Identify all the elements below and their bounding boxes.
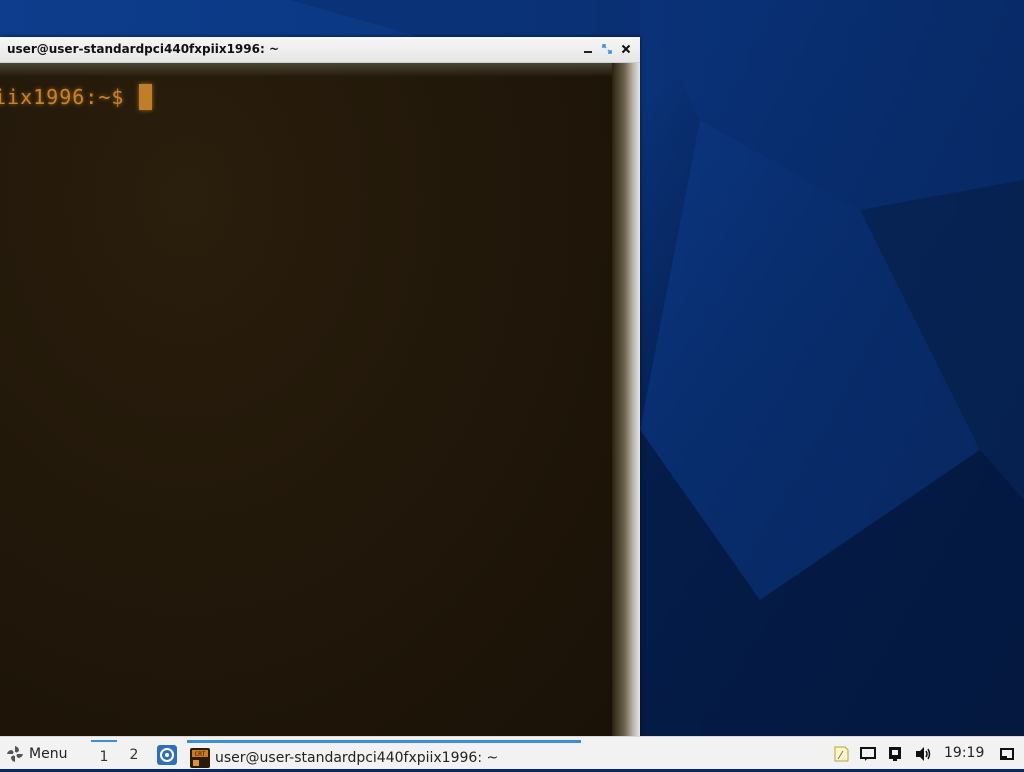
- crt-bezel-top: [0, 63, 640, 77]
- web-browser-icon[interactable]: [157, 745, 177, 765]
- terminal-area[interactable]: iix1996:~$: [0, 63, 640, 736]
- maximize-button[interactable]: [599, 41, 615, 57]
- menu-icon: [7, 746, 23, 762]
- display-icon[interactable]: [886, 745, 904, 763]
- svg-text:CRT: CRT: [195, 751, 206, 758]
- window-title: user@user-standardpci440fxpiix1996: ~: [7, 42, 279, 56]
- minimize-icon: [584, 51, 592, 53]
- taskbar: Menu 1 2 CRT user@user-standardpci440fxp…: [0, 736, 1024, 769]
- close-icon: [621, 44, 631, 54]
- terminal-window[interactable]: user@user-standardpci440fxpiix1996: ~ ii…: [0, 37, 640, 736]
- taskbar-task-terminal[interactable]: CRT user@user-standardpci440fxpiix1996: …: [187, 740, 581, 772]
- text-cursor: [139, 84, 152, 110]
- minimize-button[interactable]: [580, 41, 596, 57]
- maximize-icon: [602, 44, 612, 54]
- show-desktop-icon[interactable]: [998, 745, 1016, 763]
- crt-bezel-right: [612, 63, 640, 736]
- menu-label: Menu: [29, 746, 68, 762]
- shell-prompt: iix1996:~$: [0, 85, 138, 109]
- window-titlebar[interactable]: user@user-standardpci440fxpiix1996: ~: [0, 37, 640, 63]
- workspace-1[interactable]: 1: [91, 740, 117, 771]
- close-button[interactable]: [618, 41, 634, 57]
- chat-icon[interactable]: [859, 745, 877, 763]
- workspace-2[interactable]: 2: [121, 740, 147, 769]
- crt-terminal-icon: CRT: [190, 747, 210, 768]
- menu-button[interactable]: Menu: [6, 743, 67, 765]
- clock[interactable]: 19:19: [944, 745, 984, 761]
- notes-icon[interactable]: [832, 745, 850, 763]
- volume-icon[interactable]: [915, 745, 933, 763]
- crt-screen[interactable]: [0, 63, 618, 736]
- task-label: user@user-standardpci440fxpiix1996: ~: [215, 749, 499, 766]
